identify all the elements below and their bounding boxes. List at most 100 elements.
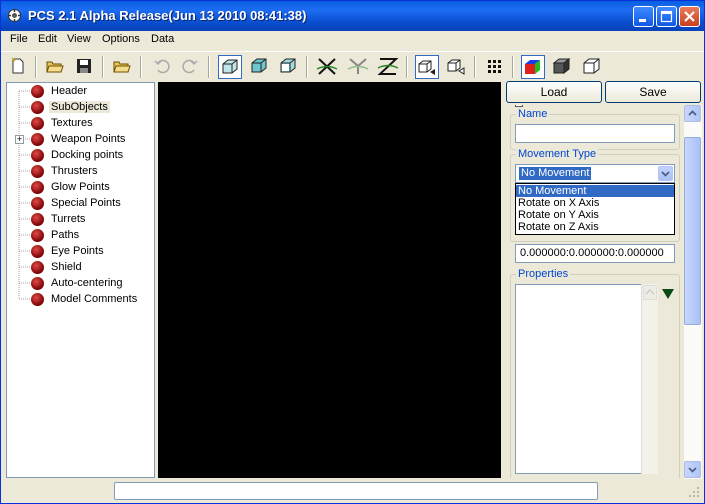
3d-viewport[interactable] xyxy=(158,82,501,478)
scroll-thumb[interactable] xyxy=(684,137,701,325)
chevron-down-icon xyxy=(661,171,670,177)
node-icon xyxy=(31,133,44,146)
arrow-up-icon xyxy=(688,110,697,116)
new-file-button[interactable] xyxy=(7,55,31,79)
solid-view-button[interactable] xyxy=(248,55,272,79)
scroll-down-button[interactable] xyxy=(684,461,701,478)
tree-item-label: Paths xyxy=(51,229,80,241)
z-axis-button[interactable] xyxy=(377,55,401,79)
redo-button[interactable] xyxy=(179,55,203,79)
node-icon xyxy=(31,149,44,162)
application-window: PCS 2.1 Alpha Release(Jun 13 2010 08:41:… xyxy=(0,0,705,504)
toolbar-separator xyxy=(102,56,104,78)
app-icon xyxy=(8,9,21,22)
movement-option[interactable]: Rotate on Z Axis xyxy=(516,221,674,233)
solid-cube-icon xyxy=(251,58,267,73)
node-icon xyxy=(31,277,44,290)
toolbar-separator xyxy=(306,56,308,78)
color-cube-icon xyxy=(525,60,540,74)
gray-render-button[interactable] xyxy=(551,55,575,79)
node-icon xyxy=(31,117,44,130)
minimize-button[interactable] xyxy=(633,6,654,27)
movement-option[interactable]: No Movement xyxy=(516,185,674,197)
save-panel-button[interactable]: Save xyxy=(605,81,701,103)
status-text-field xyxy=(114,482,598,500)
close-button[interactable] xyxy=(679,6,700,27)
resize-grip-icon[interactable] xyxy=(687,485,701,499)
tree-item-label: SubObjects xyxy=(49,101,110,113)
model-tree[interactable]: + Header SubObjects Textures Weapon Poin… xyxy=(6,82,155,478)
view-mode-1-button[interactable] xyxy=(415,55,439,79)
dropdown-button[interactable] xyxy=(658,166,673,181)
tree-item-label: Turrets xyxy=(51,213,86,225)
menu-bar: File Edit View Options Data xyxy=(1,31,704,49)
open-button[interactable] xyxy=(44,55,68,79)
menu-options[interactable]: Options xyxy=(102,33,140,45)
node-icon xyxy=(31,85,44,98)
textured-view-button[interactable] xyxy=(277,55,301,79)
weapon-points-expander[interactable]: + xyxy=(15,135,24,144)
node-icon xyxy=(31,213,44,226)
tree-item-label: Glow Points xyxy=(51,181,110,193)
movement-type-label: Movement Type xyxy=(516,148,599,160)
undo-button[interactable] xyxy=(151,55,175,79)
status-bar xyxy=(1,481,704,503)
view-mode-2-button[interactable] xyxy=(445,55,469,79)
movement-option[interactable]: Rotate on X Axis xyxy=(516,197,674,209)
gray-cube-icon xyxy=(552,57,571,75)
new-file-icon xyxy=(11,57,24,74)
properties-label: Properties xyxy=(516,268,571,280)
outline-render-button[interactable] xyxy=(581,55,605,79)
grid-icon xyxy=(488,60,501,73)
maximize-button[interactable] xyxy=(656,6,677,27)
panel-vertical-scrollbar[interactable] xyxy=(684,105,702,479)
import-button[interactable] xyxy=(111,55,135,79)
tree-item-label: Docking points xyxy=(51,149,124,161)
x-axis-icon xyxy=(316,58,338,75)
tree-item-label: Special Points xyxy=(51,197,121,209)
close-icon xyxy=(684,11,695,22)
toolbar-separator xyxy=(474,56,476,78)
minimize-icon xyxy=(639,19,646,22)
tree-item-label: Weapon Points xyxy=(51,133,126,145)
toolbar-separator xyxy=(35,56,37,78)
redo-icon xyxy=(182,59,198,74)
properties-textarea[interactable] xyxy=(515,284,657,474)
offset-vector-input[interactable]: 0.000000:0.000000:0.000000 xyxy=(515,244,675,263)
node-icon xyxy=(31,197,44,210)
toolbar-separator xyxy=(512,56,514,78)
menu-edit[interactable]: Edit xyxy=(38,33,57,45)
menu-view[interactable]: View xyxy=(67,33,91,45)
x-axis-button[interactable] xyxy=(316,55,340,79)
properties-scrollbar[interactable] xyxy=(641,284,658,474)
checkbox-partial[interactable] xyxy=(515,105,523,107)
menu-file[interactable]: File xyxy=(10,33,28,45)
save-button[interactable] xyxy=(73,55,97,79)
arrow-down-icon xyxy=(688,467,697,473)
y-axis-button[interactable] xyxy=(347,55,371,79)
grid-button[interactable] xyxy=(483,55,507,79)
node-icon xyxy=(31,229,44,242)
title-bar[interactable]: PCS 2.1 Alpha Release(Jun 13 2010 08:41:… xyxy=(1,1,704,31)
wireframe-view-button[interactable] xyxy=(218,55,242,79)
movement-option[interactable]: Rotate on Y Axis xyxy=(516,209,674,221)
name-input[interactable] xyxy=(515,124,675,143)
toolbar-separator xyxy=(140,56,142,78)
maximize-icon xyxy=(660,10,673,23)
color-render-button[interactable] xyxy=(521,55,545,79)
triangle-down-icon[interactable] xyxy=(661,288,675,300)
node-icon xyxy=(31,261,44,274)
load-button[interactable]: Load xyxy=(506,81,602,103)
scroll-up-button[interactable] xyxy=(684,105,701,122)
movement-type-select[interactable]: No Movement xyxy=(515,164,675,183)
node-icon xyxy=(31,245,44,258)
open-folder-icon xyxy=(113,61,131,73)
tree-item-label: Header xyxy=(51,85,88,97)
save-disk-icon xyxy=(77,59,91,73)
menu-data[interactable]: Data xyxy=(151,33,174,45)
properties-scroll-up[interactable] xyxy=(643,285,657,300)
name-label: Name xyxy=(516,108,550,120)
tree-item-label: Thrusters xyxy=(51,165,98,177)
open-folder-icon xyxy=(46,61,64,73)
node-icon xyxy=(31,101,44,114)
